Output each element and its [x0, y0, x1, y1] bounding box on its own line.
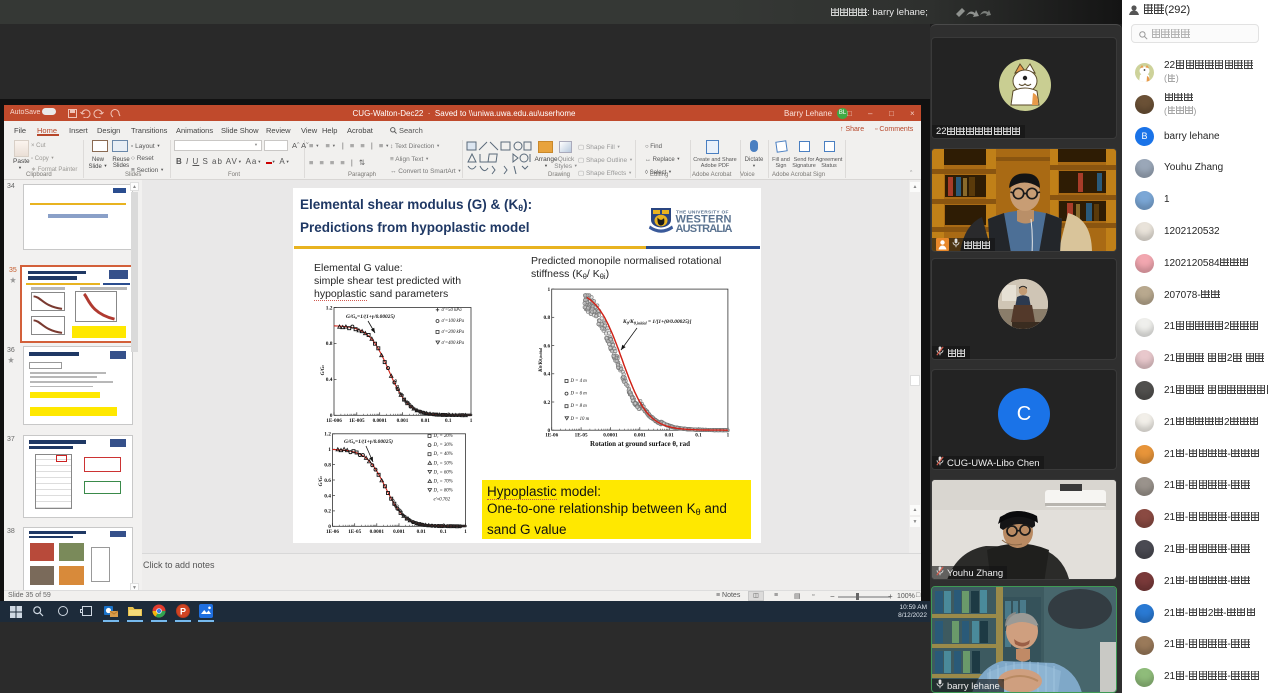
- svg-text:1E-06: 1E-06: [326, 529, 339, 535]
- svg-text:G/G0=1/(1+γ/0.00025): G/G0=1/(1+γ/0.00025): [346, 313, 395, 320]
- svg-text:σ′=200 kPa: σ′=200 kPa: [442, 330, 465, 335]
- svg-text:0.01: 0.01: [665, 433, 674, 439]
- svg-text:0.8: 0.8: [324, 462, 331, 468]
- svg-text:0.6: 0.6: [324, 478, 331, 484]
- svg-text:1: 1: [328, 447, 331, 453]
- svg-text:0.1: 0.1: [695, 433, 702, 439]
- svg-text:1E-006: 1E-006: [326, 418, 342, 424]
- svg-text:Dr = 20%: Dr = 20%: [433, 434, 453, 439]
- svg-text:1E-005: 1E-005: [349, 418, 365, 424]
- svg-text:0.4: 0.4: [324, 493, 331, 499]
- svg-text:σ′=400 kPa: σ′=400 kPa: [442, 341, 465, 346]
- svg-text:0.0001: 0.0001: [603, 433, 618, 439]
- svg-text:0.0001: 0.0001: [373, 418, 388, 424]
- svg-text:1: 1: [727, 433, 730, 439]
- svg-text:0.2: 0.2: [543, 400, 550, 406]
- svg-text:0.4: 0.4: [543, 372, 550, 378]
- svg-text:0.01: 0.01: [421, 418, 430, 424]
- svg-text:Kθ/Kθ,initial = 1/[1+(θ/0.0002: Kθ/Kθ,initial = 1/[1+(θ/0.00025)]: [622, 318, 692, 326]
- svg-text:σ′=100 kPa: σ′=100 kPa: [442, 319, 465, 324]
- svg-text:0.6: 0.6: [543, 343, 550, 349]
- svg-text:0.01: 0.01: [417, 529, 426, 535]
- svg-text:0.0001: 0.0001: [370, 529, 385, 535]
- svg-text:D = 6 m: D = 6 m: [570, 392, 588, 397]
- svg-text:0.001: 0.001: [634, 433, 646, 439]
- svg-text:P: P: [180, 607, 186, 617]
- svg-text:Dr = 40%: Dr = 40%: [433, 452, 453, 457]
- svg-text:Dr = 70%: Dr = 70%: [433, 480, 453, 485]
- svg-text:AUSTRALIA: AUSTRALIA: [676, 223, 733, 235]
- svg-text:1: 1: [547, 287, 550, 293]
- svg-text:0.8: 0.8: [543, 315, 550, 321]
- svg-text:0.001: 0.001: [397, 418, 409, 424]
- svg-text:e′≈0.762: e′≈0.762: [434, 498, 451, 503]
- svg-text:0.8: 0.8: [326, 341, 333, 347]
- svg-text:1E-05: 1E-05: [348, 529, 361, 535]
- svg-text:0.001: 0.001: [393, 529, 405, 535]
- svg-text:σ′=50 kPa: σ′=50 kPa: [442, 308, 463, 313]
- svg-text:D = 8 m: D = 8 m: [570, 404, 588, 409]
- svg-text:Dr = 30%: Dr = 30%: [433, 443, 453, 448]
- svg-text:0.1: 0.1: [440, 529, 447, 535]
- svg-text:D = 4 m: D = 4 m: [570, 379, 588, 384]
- svg-text:1.2: 1.2: [324, 432, 331, 438]
- svg-text:1: 1: [470, 418, 473, 424]
- svg-text:Dr = 60%: Dr = 60%: [433, 470, 453, 475]
- svg-text:Dr = 80%: Dr = 80%: [433, 489, 453, 494]
- svg-text:1: 1: [464, 529, 467, 535]
- svg-text:1E-06: 1E-06: [545, 433, 558, 439]
- svg-text:Kθ/Kθ,initial: Kθ/Kθ,initial: [538, 347, 544, 373]
- svg-text:0.2: 0.2: [324, 509, 331, 515]
- svg-text:G/G0: G/G0: [319, 476, 324, 487]
- svg-text:D = 10 m: D = 10 m: [570, 417, 590, 422]
- svg-text:G/G0: G/G0: [321, 365, 326, 376]
- svg-text:G/G0=1/(1+γ/0.00025): G/G0=1/(1+γ/0.00025): [344, 438, 393, 445]
- svg-text:1E-05: 1E-05: [575, 433, 588, 439]
- svg-text:0.4: 0.4: [326, 377, 333, 383]
- svg-text:Dr = 50%: Dr = 50%: [433, 461, 453, 466]
- svg-text:Rotation at ground surface θ,: Rotation at ground surface θ, rad: [590, 440, 690, 448]
- svg-text:1.2: 1.2: [326, 305, 333, 311]
- svg-text:0.1: 0.1: [445, 418, 452, 424]
